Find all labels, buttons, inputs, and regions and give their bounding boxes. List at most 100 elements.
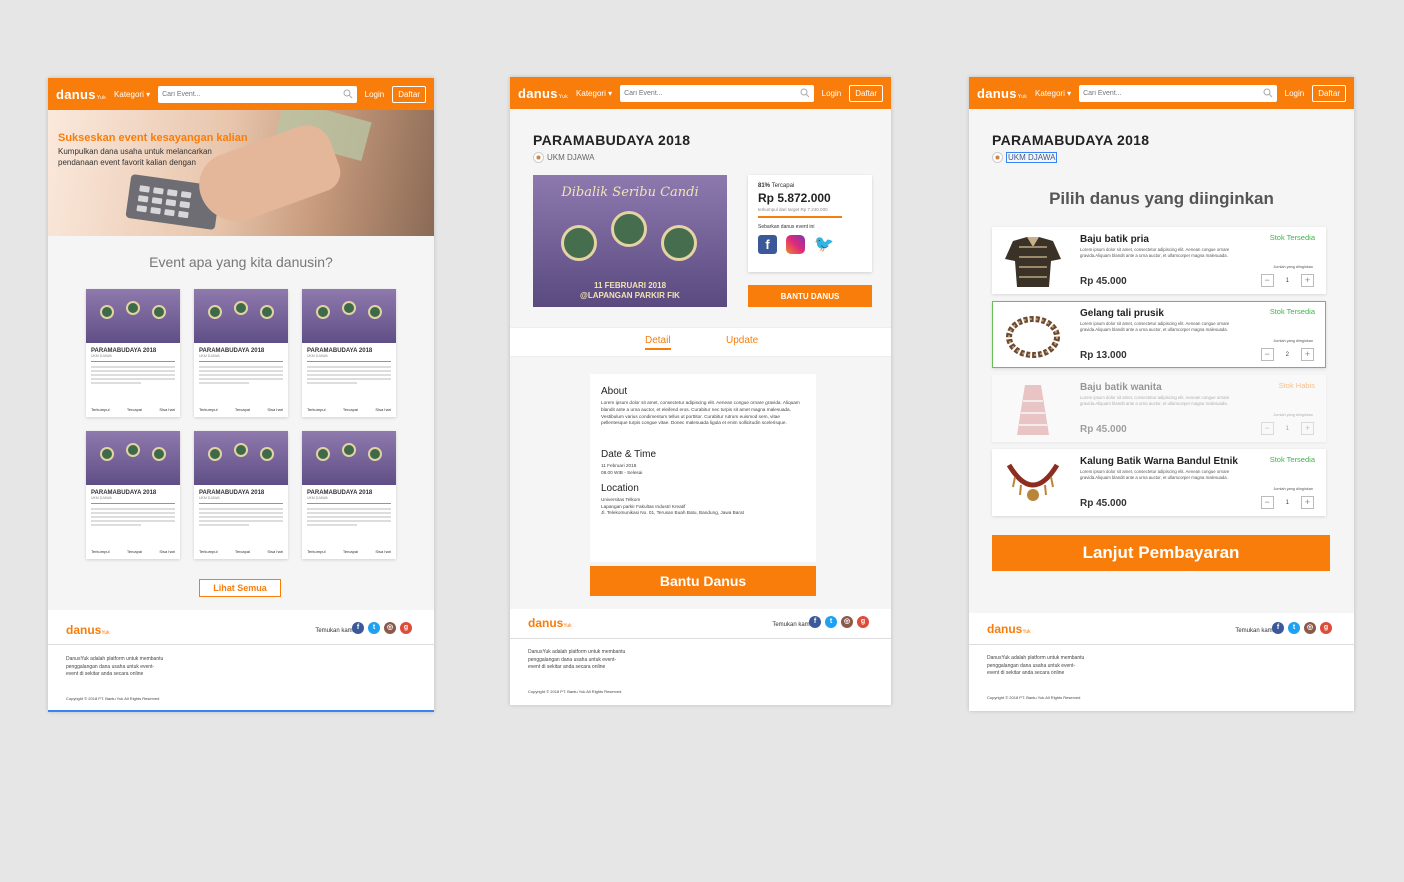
footer: danusYuk Temukan kami di: f t ◎ g DanusY…: [48, 610, 434, 710]
event-card-org: UKM DJAWA: [199, 354, 220, 358]
facebook-icon[interactable]: f: [1272, 622, 1284, 634]
search-bar: [1079, 84, 1277, 102]
order-screen: danusYuk Kategori ▾ Login Daftar PARAMAB…: [969, 77, 1354, 711]
event-card[interactable]: PARAMABUDAYA 2018 UKM DJAWA Terkumpul Terca…: [302, 431, 396, 559]
event-card-image: [194, 431, 288, 485]
login-link[interactable]: Login: [1285, 89, 1305, 98]
stock-status: Stok Tersedia: [1269, 307, 1315, 316]
search-input[interactable]: [162, 90, 357, 98]
event-card[interactable]: PARAMABUDAYA 2018 UKM DJAWA Terkumpul Terca…: [302, 289, 396, 417]
danus-item-card[interactable]: Baju batik pria Stok Tersedia Lorem ipsum …: [992, 227, 1326, 294]
event-card-divider: [91, 503, 175, 504]
event-card-stats: Terkumpul Tercapai Sisa hari: [91, 549, 175, 554]
logo[interactable]: danusYuk: [977, 86, 1027, 101]
event-card-stats: Terkumpul Tercapai Sisa hari: [199, 549, 283, 554]
kategori-dropdown[interactable]: Kategori ▾: [576, 89, 612, 98]
plus-icon[interactable]: +: [1301, 496, 1314, 509]
quantity-value: 1: [1285, 277, 1289, 284]
date-line-2: 08.00 WIB - Selesai: [601, 469, 643, 475]
logo[interactable]: danusYuk: [56, 87, 106, 102]
plus-icon[interactable]: +: [1301, 274, 1314, 287]
organizer-avatar: [992, 152, 1003, 163]
kategori-dropdown[interactable]: Kategori ▾: [1035, 89, 1071, 98]
instagram-icon[interactable]: ◎: [384, 622, 396, 634]
minus-icon[interactable]: −: [1260, 496, 1274, 509]
login-link[interactable]: Login: [822, 89, 842, 98]
instagram-icon[interactable]: ◎: [841, 616, 853, 628]
twitter-icon[interactable]: t: [368, 622, 380, 634]
product-description: Lorem ipsum dolor sit amet, consectetur …: [1080, 395, 1230, 406]
bantu-danus-small-button[interactable]: BANTU DANUS: [748, 285, 872, 307]
organizer-avatar: [533, 152, 544, 163]
twitter-icon[interactable]: t: [1288, 622, 1300, 634]
search-icon[interactable]: [343, 89, 353, 99]
plus-icon[interactable]: +: [1301, 422, 1314, 435]
facebook-icon[interactable]: f: [809, 616, 821, 628]
event-grid: PARAMABUDAYA 2018 UKM DJAWA Terkumpul Terca…: [86, 289, 396, 559]
facebook-icon[interactable]: f: [758, 235, 777, 254]
logo[interactable]: danusYuk: [518, 86, 568, 101]
google-plus-icon[interactable]: g: [857, 616, 869, 628]
danus-item-card[interactable]: Kalung Batik Warna Bandul Etnik Stok Ters…: [992, 449, 1326, 516]
twitter-icon[interactable]: t: [825, 616, 837, 628]
search-input[interactable]: [1083, 89, 1277, 97]
footer-description: DanusYuk adalah platform untuk membantu …: [987, 655, 1085, 676]
hero-banner: Sukseskan event kesayangan kalian Kumpul…: [48, 110, 434, 236]
event-card-image: [86, 289, 180, 343]
product-price: Rp 45.000: [1080, 424, 1127, 435]
instagram-icon[interactable]: ◎: [1304, 622, 1316, 634]
instagram-icon[interactable]: [786, 235, 805, 254]
organizer[interactable]: UKM DJAWA: [992, 152, 1058, 163]
copyright: Copyright © 2018 PT. Bantu Yuk All Right…: [987, 695, 1081, 700]
google-plus-icon[interactable]: g: [400, 622, 412, 634]
location-line-2: Lapangan parkir Fakultas Industri Kreati…: [601, 503, 686, 509]
lanjut-pembayaran-button[interactable]: Lanjut Pembayaran: [992, 535, 1330, 571]
event-card-text: [199, 508, 283, 526]
lihat-semua-button[interactable]: Lihat Semua: [199, 579, 281, 597]
login-link[interactable]: Login: [365, 90, 385, 99]
chevron-down-icon: ▾: [146, 89, 151, 99]
event-card[interactable]: PARAMABUDAYA 2018 UKM DJAWA Terkumpul Terca…: [86, 431, 180, 559]
tab-update[interactable]: Update: [726, 335, 758, 346]
daftar-button[interactable]: Daftar: [849, 84, 883, 102]
daftar-button[interactable]: Daftar: [392, 85, 426, 103]
bantu-danus-button[interactable]: Bantu Danus: [590, 566, 816, 596]
quantity-stepper: − 1 +: [1260, 274, 1314, 287]
event-card[interactable]: PARAMABUDAYA 2018 UKM DJAWA Terkumpul Terca…: [86, 289, 180, 417]
about-text: Lorem ipsum dolor sit amet, consectetur …: [601, 400, 800, 426]
quantity-stepper: − 1 +: [1260, 496, 1314, 509]
event-card[interactable]: PARAMABUDAYA 2018 UKM DJAWA Terkumpul Terca…: [194, 431, 288, 559]
tab-detail[interactable]: Detail: [645, 335, 671, 350]
facebook-icon[interactable]: f: [352, 622, 364, 634]
product-price: Rp 45.000: [1080, 276, 1127, 287]
plus-icon[interactable]: +: [1301, 348, 1314, 361]
event-detail-card: About Lorem ipsum dolor sit amet, consec…: [590, 374, 816, 562]
minus-icon[interactable]: −: [1260, 422, 1274, 435]
event-card-title: PARAMABUDAYA 2018: [199, 490, 265, 496]
kategori-dropdown[interactable]: Kategori ▾: [114, 90, 150, 99]
stock-status: Stok Tersedia: [1269, 455, 1315, 464]
date-heading: Date & Time: [601, 449, 657, 461]
home-screen: danusYuk Kategori ▾ Login Daftar Suksesk…: [48, 78, 434, 712]
google-plus-icon[interactable]: g: [1320, 622, 1332, 634]
organizer[interactable]: UKM DJAWA: [533, 152, 594, 163]
search-input[interactable]: [624, 89, 814, 97]
danus-item-card[interactable]: Baju batik wanita Stok Habis Lorem ipsum d…: [992, 375, 1326, 442]
danus-item-card[interactable]: Gelang tali prusik Stok Tersedia Lorem ips…: [992, 301, 1326, 368]
product-name: Gelang tali prusik: [1080, 308, 1164, 319]
search-icon[interactable]: [800, 88, 810, 98]
qty-label: Jumlah yang diinginkan: [1273, 339, 1313, 343]
event-card-image: [302, 431, 396, 485]
social-icons: f t ◎ g: [352, 622, 412, 634]
minus-icon[interactable]: −: [1260, 274, 1274, 287]
event-card-divider: [307, 361, 391, 362]
copyright: Copyright © 2018 PT. Bantu Yuk All Right…: [528, 689, 622, 694]
minus-icon[interactable]: −: [1260, 348, 1274, 361]
daftar-button[interactable]: Daftar: [1312, 84, 1346, 102]
social-icons: f t ◎ g: [1272, 622, 1332, 634]
twitter-icon[interactable]: 🐦: [814, 235, 834, 254]
amount-raised: Rp 5.872.000: [758, 191, 831, 205]
product-description: Lorem ipsum dolor sit amet, consectetur …: [1080, 469, 1230, 480]
event-card[interactable]: PARAMABUDAYA 2018 UKM DJAWA Terkumpul Terca…: [194, 289, 288, 417]
search-icon[interactable]: [1263, 88, 1273, 98]
